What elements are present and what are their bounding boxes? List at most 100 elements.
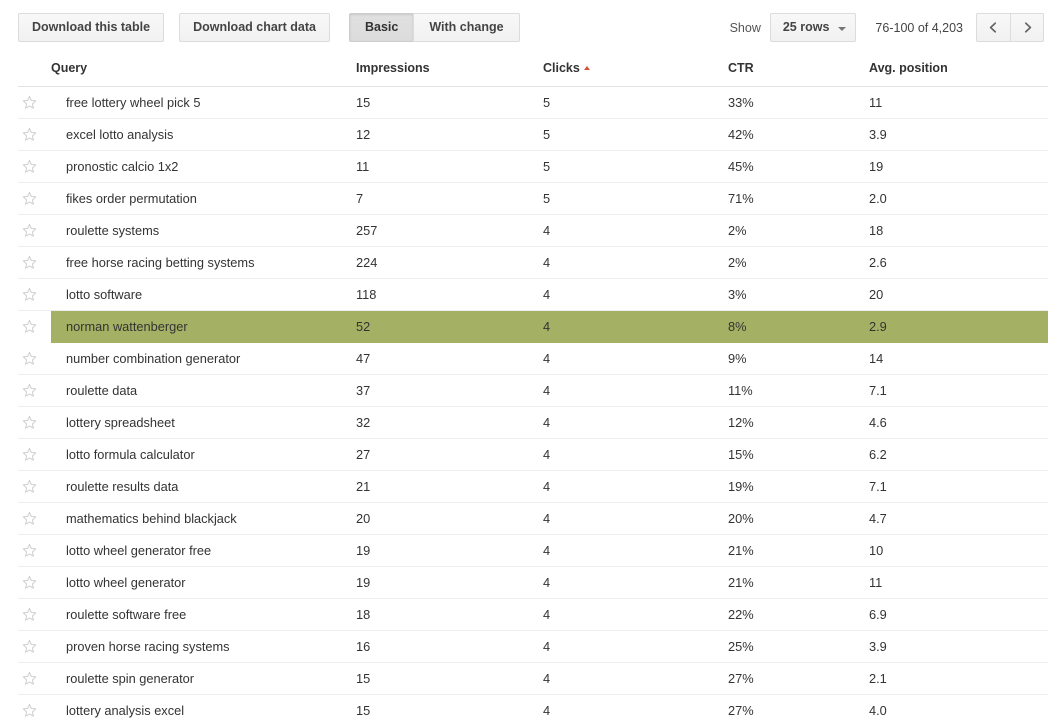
view-mode-basic-button[interactable]: Basic bbox=[349, 13, 414, 42]
cell-query[interactable]: lotto software bbox=[51, 278, 356, 311]
table-row[interactable]: free horse racing betting systems 224 4 2% 2… bbox=[18, 246, 1048, 279]
table-row[interactable]: fikes order permutation 7 5 71% 2.0 bbox=[18, 182, 1048, 215]
star-outline-icon[interactable] bbox=[22, 191, 37, 206]
previous-page-button[interactable] bbox=[976, 13, 1010, 42]
cell-impressions: 37 bbox=[356, 374, 543, 407]
column-header-avg-position[interactable]: Avg. position bbox=[869, 55, 1048, 87]
cell-query[interactable]: lottery spreadsheet bbox=[51, 406, 356, 439]
row-star-cell[interactable] bbox=[18, 311, 51, 343]
row-star-cell[interactable] bbox=[18, 630, 51, 663]
row-star-cell[interactable] bbox=[18, 502, 51, 535]
cell-query[interactable]: roulette software free bbox=[51, 598, 356, 631]
cell-query[interactable]: norman wattenberger bbox=[51, 310, 356, 343]
table-row[interactable]: roulette spin generator 15 4 27% 2.1 bbox=[18, 662, 1048, 695]
star-outline-icon[interactable] bbox=[22, 159, 37, 174]
table-row[interactable]: lotto software 118 4 3% 20 bbox=[18, 278, 1048, 311]
cell-query[interactable]: proven horse racing systems bbox=[51, 630, 356, 663]
star-outline-icon[interactable] bbox=[22, 639, 37, 654]
star-outline-icon[interactable] bbox=[22, 543, 37, 558]
star-outline-icon[interactable] bbox=[22, 95, 37, 110]
column-header-clicks[interactable]: Clicks bbox=[543, 55, 728, 87]
row-star-cell[interactable] bbox=[18, 86, 51, 119]
cell-ctr: 12% bbox=[728, 406, 869, 439]
table-row[interactable]: norman wattenberger 52 4 8% 2.9 bbox=[18, 310, 1048, 343]
cell-avg-position-text: 4.6 bbox=[869, 415, 887, 430]
row-star-cell[interactable] bbox=[18, 534, 51, 567]
download-chart-data-button[interactable]: Download chart data bbox=[179, 13, 330, 42]
star-outline-icon[interactable] bbox=[22, 415, 37, 430]
cell-query[interactable]: free horse racing betting systems bbox=[51, 246, 356, 279]
cell-impressions: 27 bbox=[356, 438, 543, 471]
table-row[interactable]: lotto wheel generator free 19 4 21% 10 bbox=[18, 534, 1048, 567]
row-star-cell[interactable] bbox=[18, 374, 51, 407]
cell-query[interactable]: lotto formula calculator bbox=[51, 438, 356, 471]
star-outline-icon[interactable] bbox=[22, 511, 37, 526]
cell-query[interactable]: lotto wheel generator free bbox=[51, 534, 356, 567]
row-star-cell[interactable] bbox=[18, 694, 51, 722]
star-outline-icon[interactable] bbox=[22, 287, 37, 302]
star-outline-icon[interactable] bbox=[22, 383, 37, 398]
cell-query[interactable]: roulette data bbox=[51, 374, 356, 407]
cell-query[interactable]: fikes order permutation bbox=[51, 182, 356, 215]
view-mode-with-change-button[interactable]: With change bbox=[413, 13, 520, 42]
table-row[interactable]: mathematics behind blackjack 20 4 20% 4.7 bbox=[18, 502, 1048, 535]
cell-query[interactable]: excel lotto analysis bbox=[51, 118, 356, 151]
row-star-cell[interactable] bbox=[18, 150, 51, 183]
cell-query[interactable]: roulette results data bbox=[51, 470, 356, 503]
row-star-cell[interactable] bbox=[18, 598, 51, 631]
table-row[interactable]: lotto wheel generator 19 4 21% 11 bbox=[18, 566, 1048, 599]
cell-query[interactable]: free lottery wheel pick 5 bbox=[51, 86, 356, 119]
table-row[interactable]: lottery analysis excel 15 4 27% 4.0 bbox=[18, 694, 1048, 722]
star-outline-icon[interactable] bbox=[22, 575, 37, 590]
row-star-cell[interactable] bbox=[18, 406, 51, 439]
cell-query[interactable]: number combination generator bbox=[51, 342, 356, 375]
star-outline-icon[interactable] bbox=[22, 223, 37, 238]
rows-per-page-select[interactable]: 25 rows bbox=[769, 13, 857, 42]
star-outline-icon[interactable] bbox=[22, 351, 37, 366]
table-row[interactable]: roulette results data 21 4 19% 7.1 bbox=[18, 470, 1048, 503]
row-star-cell[interactable] bbox=[18, 438, 51, 471]
row-star-cell[interactable] bbox=[18, 246, 51, 279]
row-star-cell[interactable] bbox=[18, 118, 51, 151]
table-row[interactable]: roulette data 37 4 11% 7.1 bbox=[18, 374, 1048, 407]
star-outline-icon[interactable] bbox=[22, 447, 37, 462]
cell-clicks-text: 5 bbox=[543, 95, 551, 110]
cell-query[interactable]: roulette systems bbox=[51, 214, 356, 247]
table-row[interactable]: number combination generator 47 4 9% 14 bbox=[18, 342, 1048, 375]
table-row[interactable]: pronostic calcio 1x2 11 5 45% 19 bbox=[18, 150, 1048, 183]
cell-query[interactable]: lottery analysis excel bbox=[51, 694, 356, 722]
cell-ctr-text: 42% bbox=[728, 127, 754, 142]
star-outline-icon[interactable] bbox=[22, 607, 37, 622]
cell-query[interactable]: roulette spin generator bbox=[51, 662, 356, 695]
table-row[interactable]: roulette systems 257 4 2% 18 bbox=[18, 214, 1048, 247]
cell-ctr-text: 2% bbox=[728, 255, 747, 270]
row-star-cell[interactable] bbox=[18, 342, 51, 375]
table-row[interactable]: proven horse racing systems 16 4 25% 3.9 bbox=[18, 630, 1048, 663]
row-star-cell[interactable] bbox=[18, 566, 51, 599]
cell-clicks-text: 4 bbox=[543, 479, 551, 494]
column-header-impressions[interactable]: Impressions bbox=[356, 55, 543, 87]
cell-query[interactable]: mathematics behind blackjack bbox=[51, 502, 356, 535]
column-header-ctr[interactable]: CTR bbox=[728, 55, 869, 87]
row-star-cell[interactable] bbox=[18, 278, 51, 311]
table-row[interactable]: lotto formula calculator 27 4 15% 6.2 bbox=[18, 438, 1048, 471]
cell-query[interactable]: lotto wheel generator bbox=[51, 566, 356, 599]
star-outline-icon[interactable] bbox=[22, 319, 37, 334]
column-header-query[interactable]: Query bbox=[51, 55, 356, 87]
star-outline-icon[interactable] bbox=[22, 479, 37, 494]
table-row[interactable]: lottery spreadsheet 32 4 12% 4.6 bbox=[18, 406, 1048, 439]
table-row[interactable]: roulette software free 18 4 22% 6.9 bbox=[18, 598, 1048, 631]
table-row[interactable]: free lottery wheel pick 5 15 5 33% 11 bbox=[18, 86, 1048, 119]
cell-query[interactable]: pronostic calcio 1x2 bbox=[51, 150, 356, 183]
star-outline-icon[interactable] bbox=[22, 127, 37, 142]
row-star-cell[interactable] bbox=[18, 662, 51, 695]
table-row[interactable]: excel lotto analysis 12 5 42% 3.9 bbox=[18, 118, 1048, 151]
star-outline-icon[interactable] bbox=[22, 703, 37, 718]
next-page-button[interactable] bbox=[1010, 13, 1044, 42]
star-outline-icon[interactable] bbox=[22, 671, 37, 686]
download-this-table-button[interactable]: Download this table bbox=[18, 13, 165, 42]
star-outline-icon[interactable] bbox=[22, 255, 37, 270]
row-star-cell[interactable] bbox=[18, 470, 51, 503]
row-star-cell[interactable] bbox=[18, 182, 51, 215]
row-star-cell[interactable] bbox=[18, 214, 51, 247]
